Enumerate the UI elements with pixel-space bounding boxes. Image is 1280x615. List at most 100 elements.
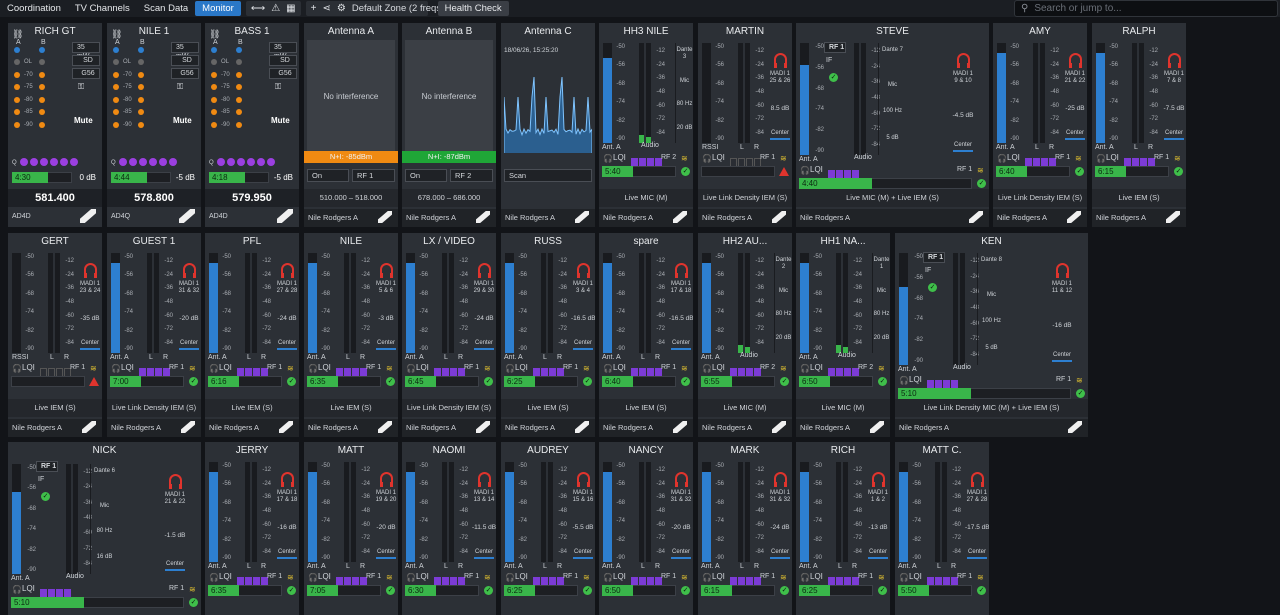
battery-time: 6:40 (602, 376, 633, 387)
add-icon[interactable]: + (311, 1, 317, 16)
health-check-button[interactable]: Health Check (437, 1, 509, 16)
channel-panel[interactable]: MARTIN -50 -56 -68 -74 -82 -90 -12 -24 -36 -48 -60 -… (698, 23, 792, 227)
antenna-state[interactable]: On (307, 169, 349, 182)
channel-panel[interactable]: MATT -50 -56 -68 -74 -82 -90 -12 -24 -36 -48 -60 -72… (304, 442, 398, 615)
antenna-b-dot (138, 47, 144, 53)
tab-coordination[interactable]: Coordination (0, 1, 68, 16)
channel-panel[interactable]: NILE -50 -56 -68 -74 -82 -90 -12 -24 -36 -48 -60 -72… (304, 233, 398, 437)
rf-meter (406, 462, 415, 562)
antenna-rf[interactable]: RF 1 (352, 169, 395, 182)
rf-meter (209, 253, 218, 353)
channel-panel[interactable]: HH3 NILE -50 -56 -68 -74 -82 -90 -12 -24 -36 -48 -6… (599, 23, 693, 227)
meter-scale-label: -74 (616, 518, 625, 525)
channel-panel[interactable]: RALPH -50 -56 -68 -74 -82 -90 -12 -24 -36 -48 -60 -7… (1092, 23, 1186, 227)
search-input[interactable] (1034, 3, 1265, 14)
scan-panel[interactable]: Antenna C 18/06/26, 15:25:20 Scan Nile Rodg… (501, 23, 595, 227)
channel-type: Live IEM (S) (1092, 189, 1186, 207)
channel-type: Live MIC (M) (796, 399, 890, 417)
channel-panel[interactable]: NAOMI -50 -56 -68 -74 -82 -90 -12 -24 -36 -48 -60 -7… (402, 442, 496, 615)
meter-scale-label: -60 (656, 102, 665, 109)
l-label: L (838, 563, 842, 570)
channel-panel[interactable]: LX / VIDEO -50 -56 -68 -74 -82 -90 -12 -24 -36 -48… (402, 233, 496, 437)
channel-panel[interactable]: NICK RF 1 IF ✓ -50 -56 -68 -74 -82 -90 -12 -24 -36 -4… (8, 442, 201, 615)
calendar-icon[interactable]: ▦ (286, 1, 295, 16)
audio-label: Audio (641, 142, 659, 149)
channel-panel[interactable]: AMY -50 -56 -68 -74 -82 -90 -12 -24 -36 -48 -60 -72-… (993, 23, 1087, 227)
rf-receiver-panel[interactable]: ⛓BASS 1ABOL-70-75-80-85-9035 mWSDG56⚿Mut… (205, 23, 299, 227)
channel-panel[interactable]: RUSS -50 -56 -68 -74 -82 -90 -12 -24 -36 -48 -60 -72… (501, 233, 595, 437)
rf-level-led (138, 59, 144, 65)
meter-scale-label: -50 (124, 254, 133, 260)
trim-readout: -16 dB (277, 524, 297, 531)
r-label: R (557, 563, 563, 570)
status-ok-icon: ✓ (829, 73, 838, 82)
channel-panel[interactable]: RICH -50 -56 -68 -74 -82 -90 -12 -24 -36 -48 -60 -72… (796, 442, 890, 615)
channel-panel[interactable]: NANCY -50 -56 -68 -74 -82 -90 -12 -24 -36 -48 -60 -7… (599, 442, 693, 615)
lqi-label: LQI (712, 572, 725, 581)
tab-tv-channels[interactable]: TV Channels (68, 1, 137, 16)
madi-source: MADI 1 29 & 30 (473, 281, 495, 294)
channel-panel[interactable]: MATT C. -50 -56 -68 -74 -82 -90 -12 -24 -36 -48 -60… (895, 442, 989, 615)
scan-button[interactable]: Scan (504, 169, 592, 182)
pan-readout: Center (277, 340, 296, 346)
madi-source: MADI 1 17 & 18 (670, 281, 692, 294)
antenna-panel[interactable]: Antenna A No interference N+I: -85dBm On RF … (304, 23, 398, 227)
meter-scale-label: -48 (755, 89, 764, 95)
status-ok-icon: ✓ (287, 377, 296, 386)
meter-scale-label: -56 (222, 272, 231, 279)
channel-panel[interactable]: STEVE RF 1 IF ✓ -50 -56 -68 -74 -82 -90 -12 -24 -36-… (796, 23, 989, 227)
tab-scan-data[interactable]: Scan Data (137, 1, 195, 16)
meter-scale-label: -82 (518, 327, 527, 334)
pan-bar (376, 557, 396, 559)
antenna-b-label: B (140, 39, 145, 46)
rf-meter-fill (800, 65, 809, 155)
rf-receiver-panel[interactable]: ⛓RICH GTABOL-70-75-80-85-9035 mWSDG56⚿Mu… (8, 23, 102, 227)
meter-scale-label: -48 (656, 89, 665, 95)
r-label: R (360, 354, 366, 361)
lqi-label: LQI (909, 572, 922, 581)
rf-level-led (211, 71, 217, 78)
antenna-panel[interactable]: Antenna B No interference N+I: -87dBm On RF … (402, 23, 496, 227)
resize-arrows-icon[interactable]: ⟷ (251, 1, 265, 16)
rf-receiver-panel[interactable]: ⛓NILE 1ABOL-70-75-80-85-9035 mWSDG56⚿Mut… (107, 23, 201, 227)
channel-panel[interactable]: JERRY -50 -56 -68 -74 -82 -90 -12 -24 -36 -48 -60 -7… (205, 442, 299, 615)
warning-icon[interactable]: ⚠ (271, 1, 280, 16)
madi-source: MADI 1 31 & 32 (769, 490, 791, 503)
hz-label: 80 Hz (775, 311, 792, 317)
battery-time: 4:40 (799, 178, 872, 189)
meter-scale-label: -24 (656, 480, 665, 487)
channel-panel[interactable]: spare -50 -56 -68 -74 -82 -90 -12 -24 -36 -48 -60 -7… (599, 233, 693, 437)
channel-panel[interactable]: GUEST 1 -50 -56 -68 -74 -82 -90 -12 -24 -36 -48 -60… (107, 233, 201, 437)
channel-panel[interactable]: AUDREY -50 -56 -68 -74 -82 -90 -12 -24 -36 -48 -60-… (501, 442, 595, 615)
lqi-bars (631, 573, 663, 586)
channel-panel[interactable]: GERT -50 -56 -68 -74 -82 -90 -12 -24 -36 -48 -60 -72… (8, 233, 102, 437)
tab-monitor[interactable]: Monitor (195, 1, 241, 16)
lqi-bars (927, 573, 959, 586)
channel-panel[interactable]: MARK -50 -56 -68 -74 -82 -90 -12 -24 -36 -48 -60 -72… (698, 442, 792, 615)
quality-dot (50, 158, 58, 166)
meter-scale-label: -82 (25, 327, 34, 334)
meter-scale-label: -90 (518, 346, 527, 352)
meter-scale-label: -12 (1149, 48, 1158, 54)
lqi-label: LQI (1007, 153, 1020, 162)
gain-readout: -5 dB (175, 173, 195, 182)
trim-readout: -25 dB (1065, 105, 1085, 112)
meter-scale-label: -90 (1109, 136, 1118, 142)
meter-scale-label: -56 (321, 481, 330, 488)
channel-panel[interactable]: HH1 NA... -50 -56 -68 -74 -82 -90 -12 -24 -36 -48 -… (796, 233, 890, 437)
gear-icon[interactable]: ⚙ (337, 1, 346, 16)
share-icon[interactable]: ⋖ (322, 1, 330, 16)
battery-time: 6:55 (701, 376, 732, 387)
channel-panel[interactable]: KEN RF 1 IF ✓ -50 -56 -68 -74 -82 -90 -12 -24 -36 -48… (895, 233, 1088, 437)
meter-scale-label: -84 (361, 549, 370, 555)
antenna-state[interactable]: On (405, 169, 447, 182)
channel-panel[interactable]: HH2 AU... -50 -56 -68 -74 -82 -90 -12 -24 -36 -48 -… (698, 233, 792, 437)
meter-scale-label: -24 (459, 480, 468, 487)
meter-scale-label: -50 (419, 254, 428, 260)
antenna-rf[interactable]: RF 2 (450, 169, 493, 182)
madi-source: MADI 1 5 & 6 (375, 281, 396, 294)
meter-scale-label: -84 (459, 549, 468, 555)
channel-panel[interactable]: PFL -50 -56 -68 -74 -82 -90 -12 -24 -36 -48 -60 -72-… (205, 233, 299, 437)
zone-select[interactable]: Default Zone (2 freqs) (352, 3, 444, 14)
mic-label: Mic (679, 78, 690, 84)
